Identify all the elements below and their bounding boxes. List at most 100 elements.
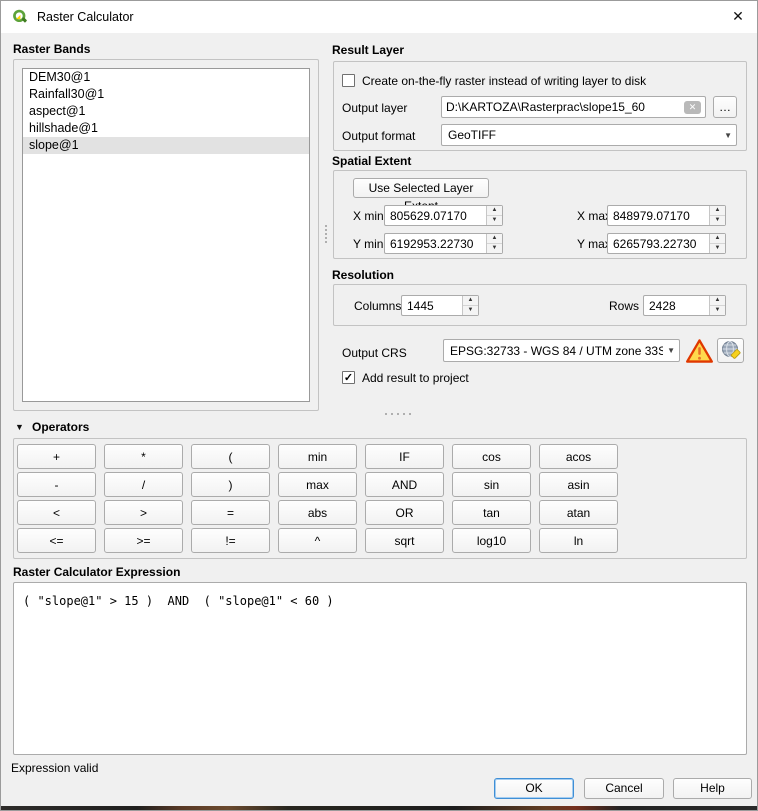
collapse-triangle-icon[interactable]: ▼ — [15, 422, 24, 432]
spin-up-icon[interactable]: ▲ — [487, 234, 502, 244]
output-format-select[interactable]: GeoTIFF ▼ — [441, 124, 737, 146]
on-the-fly-checkbox[interactable] — [342, 74, 355, 87]
browse-output-button[interactable]: … — [713, 96, 737, 118]
crs-warning-icon — [685, 338, 714, 364]
select-crs-button[interactable] — [717, 338, 744, 363]
result-layer-heading: Result Layer — [332, 43, 404, 57]
chevron-down-icon: ▼ — [720, 131, 732, 140]
raster-bands-list[interactable]: DEM30@1Rainfall30@1aspect@1hillshade@1sl… — [22, 68, 310, 402]
rows-value: 2428 — [644, 299, 709, 313]
operator-button-AND[interactable]: AND — [365, 472, 444, 497]
add-result-checkbox[interactable]: ✓ — [342, 371, 355, 384]
operator-button-atan[interactable]: atan — [539, 500, 618, 525]
rows-spinbox[interactable]: 2428 ▲▼ — [643, 295, 726, 316]
expression-textarea[interactable]: ( "slope@1" > 15 ) AND ( "slope@1" < 60 … — [13, 582, 747, 755]
operator-button-<[interactable]: < — [17, 500, 96, 525]
x-max-label: X max — [577, 209, 611, 223]
rows-label: Rows — [609, 299, 639, 313]
y-max-label: Y max — [577, 237, 611, 251]
output-layer-value: D:\KARTOZA\Rasterprac\slope15_60 — [446, 100, 684, 114]
raster-band-item[interactable]: DEM30@1 — [23, 69, 309, 86]
background-window-edge — [1, 806, 757, 811]
operator-button-abs[interactable]: abs — [278, 500, 357, 525]
spin-up-icon[interactable]: ▲ — [463, 296, 478, 306]
globe-edit-icon — [718, 339, 743, 362]
raster-band-item[interactable]: hillshade@1 — [23, 120, 309, 137]
spin-down-icon[interactable]: ▼ — [487, 244, 502, 253]
columns-spinbox[interactable]: 1445 ▲▼ — [401, 295, 479, 316]
y-max-spinbox[interactable]: 6265793.22730 ▲▼ — [607, 233, 726, 254]
qgis-logo-icon — [11, 8, 29, 26]
window-title: Raster Calculator — [37, 10, 134, 24]
output-layer-label: Output layer — [342, 101, 407, 115]
spin-up-icon[interactable]: ▲ — [710, 234, 725, 244]
operator-button-sqrt[interactable]: sqrt — [365, 528, 444, 553]
output-format-label: Output format — [342, 129, 415, 143]
spin-up-icon[interactable]: ▲ — [487, 206, 502, 216]
chevron-down-icon: ▼ — [663, 346, 675, 355]
output-format-value: GeoTIFF — [448, 128, 720, 142]
operator-button-+[interactable]: + — [17, 444, 96, 469]
operator-button-max[interactable]: max — [278, 472, 357, 497]
expression-heading: Raster Calculator Expression — [13, 565, 180, 579]
clear-text-icon[interactable]: ✕ — [684, 101, 701, 114]
ok-button[interactable]: OK — [494, 778, 574, 799]
raster-calculator-dialog: Raster Calculator ✕ Raster Bands DEM30@1… — [0, 0, 758, 811]
operator-button-!=[interactable]: != — [191, 528, 270, 553]
x-max-spinbox[interactable]: 848979.07170 ▲▼ — [607, 205, 726, 226]
spatial-extent-heading: Spatial Extent — [332, 154, 411, 168]
operator-button-IF[interactable]: IF — [365, 444, 444, 469]
spin-down-icon[interactable]: ▼ — [710, 216, 725, 225]
output-crs-select[interactable]: EPSG:32733 - WGS 84 / UTM zone 33S ▼ — [443, 339, 680, 362]
operator-button-=[interactable]: = — [191, 500, 270, 525]
use-selected-layer-extent-button[interactable]: Use Selected Layer Extent — [353, 178, 489, 198]
operator-button--[interactable]: - — [17, 472, 96, 497]
spin-up-icon[interactable]: ▲ — [710, 296, 725, 306]
operator-button-*[interactable]: * — [104, 444, 183, 469]
x-min-value: 805629.07170 — [385, 209, 486, 223]
operator-button-ln[interactable]: ln — [539, 528, 618, 553]
raster-band-item[interactable]: Rainfall30@1 — [23, 86, 309, 103]
operator-button-OR[interactable]: OR — [365, 500, 444, 525]
operator-button-<=[interactable]: <= — [17, 528, 96, 553]
cancel-button[interactable]: Cancel — [584, 778, 664, 799]
output-crs-value: EPSG:32733 - WGS 84 / UTM zone 33S — [450, 344, 663, 358]
vertical-splitter-handle[interactable] — [323, 223, 329, 245]
operator-button->[interactable]: > — [104, 500, 183, 525]
operator-button-^[interactable]: ^ — [278, 528, 357, 553]
close-icon[interactable]: ✕ — [723, 3, 753, 29]
raster-bands-heading: Raster Bands — [13, 42, 90, 56]
operator-button-log10[interactable]: log10 — [452, 528, 531, 553]
operators-grid: +*(minIFcosacos-/)maxANDsinasin<>=absORt… — [17, 444, 618, 553]
operator-button-tan[interactable]: tan — [452, 500, 531, 525]
spin-down-icon[interactable]: ▼ — [463, 306, 478, 315]
title-bar: Raster Calculator ✕ — [1, 1, 757, 33]
x-min-spinbox[interactable]: 805629.07170 ▲▼ — [384, 205, 503, 226]
operator-button-sin[interactable]: sin — [452, 472, 531, 497]
operator-button-([interactable]: ( — [191, 444, 270, 469]
output-crs-label: Output CRS — [342, 346, 407, 360]
raster-band-item[interactable]: slope@1 — [23, 137, 309, 154]
operator-button-/[interactable]: / — [104, 472, 183, 497]
x-min-label: X min — [353, 209, 384, 223]
spin-up-icon[interactable]: ▲ — [710, 206, 725, 216]
spin-down-icon[interactable]: ▼ — [710, 306, 725, 315]
help-button[interactable]: Help — [673, 778, 752, 799]
y-min-label: Y min — [353, 237, 383, 251]
operator-button-asin[interactable]: asin — [539, 472, 618, 497]
y-min-spinbox[interactable]: 6192953.22730 ▲▼ — [384, 233, 503, 254]
operator-button->=[interactable]: >= — [104, 528, 183, 553]
columns-label: Columns — [354, 299, 401, 313]
operator-button-)[interactable]: ) — [191, 472, 270, 497]
x-max-value: 848979.07170 — [608, 209, 709, 223]
columns-value: 1445 — [402, 299, 462, 313]
operator-button-acos[interactable]: acos — [539, 444, 618, 469]
horizontal-splitter-handle[interactable] — [383, 411, 413, 417]
operator-button-min[interactable]: min — [278, 444, 357, 469]
output-layer-input[interactable]: D:\KARTOZA\Rasterprac\slope15_60 ✕ — [441, 96, 706, 118]
raster-band-item[interactable]: aspect@1 — [23, 103, 309, 120]
operator-button-cos[interactable]: cos — [452, 444, 531, 469]
operators-heading: Operators — [32, 420, 89, 434]
spin-down-icon[interactable]: ▼ — [710, 244, 725, 253]
spin-down-icon[interactable]: ▼ — [487, 216, 502, 225]
